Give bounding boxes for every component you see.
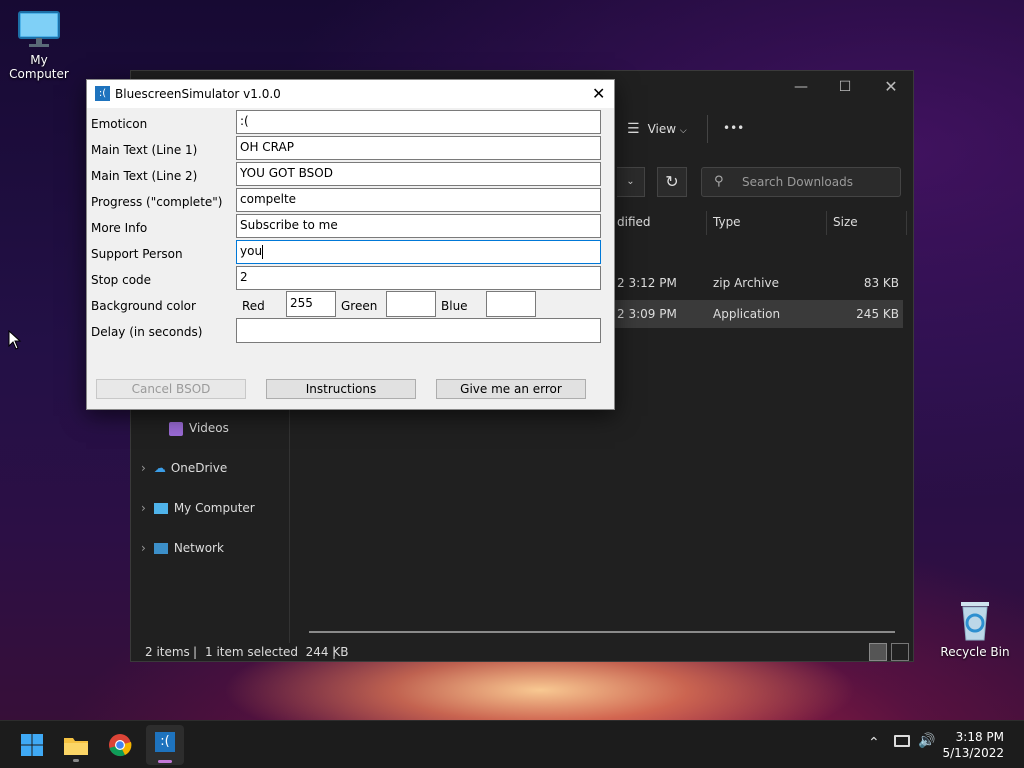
cancel-bsod-button[interactable]: Cancel BSOD [96,379,246,399]
dialog-title-bar: :( BluescreenSimulator v1.0.0 ✕ [87,80,614,108]
label-main-text-1: Main Text (Line 1) [91,143,198,157]
maximize-button[interactable]: ☐ [833,77,857,97]
label-emoticon: Emoticon [91,117,148,131]
recycle-bin-icon [961,602,989,641]
address-bar[interactable]: ⌄ [617,167,645,197]
taskbar-file-explorer[interactable] [60,729,92,762]
label-red: Red [242,299,265,313]
label-green: Green [341,299,378,313]
nav-item-my-computer[interactable]: › My Computer [141,501,255,515]
close-button[interactable]: ✕ [879,77,903,97]
desktop-icon-label: Recycle Bin [940,645,1010,659]
toolbar-divider [707,115,708,143]
label-progress: Progress ("complete") [91,195,223,209]
monitor-icon [153,503,168,514]
tiles-view-button[interactable] [891,643,909,661]
close-button[interactable]: ✕ [592,84,605,103]
dialog-title: BluescreenSimulator v1.0.0 [115,87,281,101]
status-bar: 2 items | 1 item selected 244 KB | [131,643,913,663]
bluescreen-simulator-dialog: :( BluescreenSimulator v1.0.0 ✕ Emoticon… [86,79,615,410]
column-divider [706,211,707,235]
view-button[interactable]: ☰ View ⌵ [627,121,687,137]
running-indicator [73,759,79,762]
chevron-right-icon: › [141,461,146,475]
desktop-icon-recycle-bin[interactable]: Recycle Bin [940,598,1010,659]
instructions-button[interactable]: Instructions [266,379,416,399]
status-divider: | [193,645,198,659]
refresh-button[interactable]: ↻ [657,167,687,197]
taskbar: :( ⌃ 🔊 3:18 PM 5/13/2022 [0,720,1024,768]
monitor-icon [18,11,60,47]
label-main-text-2: Main Text (Line 2) [91,169,198,183]
file-row-selected[interactable]: 2 3:09 PM Application 245 KB [611,300,903,328]
show-hidden-icons-button[interactable]: ⌃ [868,735,880,751]
column-header-size[interactable]: Size [833,215,858,229]
red-input[interactable]: 255 [286,291,336,317]
label-blue: Blue [441,299,468,313]
label-more-info: More Info [91,221,148,235]
text-caret [262,244,264,259]
minimize-button[interactable]: — [789,77,813,97]
nav-item-network[interactable]: › Network [141,541,224,555]
main-text-2-input[interactable]: YOU GOT BSOD [236,162,601,186]
chevron-right-icon: › [141,501,146,515]
main-text-1-input[interactable]: OH CRAP [236,136,601,160]
start-button[interactable] [16,729,48,761]
progress-input[interactable]: compelte [236,188,601,212]
status-divider: | [332,645,337,659]
chevron-down-icon: ⌄ [626,176,635,187]
desktop-icon-label: My Computer [9,53,69,81]
videos-icon [169,421,183,436]
file-row[interactable]: 2 3:12 PM zip Archive 83 KB [611,269,903,297]
taskbar-bluescreen-simulator[interactable]: :( [146,725,184,765]
cloud-icon: ☁ [153,461,166,475]
column-header-type[interactable]: Type [713,215,741,229]
column-divider [906,211,907,235]
green-input[interactable] [386,291,436,317]
volume-icon[interactable]: 🔊 [918,733,935,749]
label-background-color: Background color [91,299,196,313]
column-divider [826,211,827,235]
column-header-modified[interactable]: dified [617,215,651,229]
search-input[interactable]: ⚲ Search Downloads [701,167,901,197]
give-me-an-error-button[interactable]: Give me an error [436,379,586,399]
windows-logo-icon [21,734,43,756]
network-icon [153,543,168,554]
desktop-icon-my-computer[interactable]: My Computer [0,10,78,81]
view-lines-icon: ☰ [627,121,640,137]
taskbar-chrome[interactable] [104,729,136,761]
network-icon[interactable] [894,735,910,747]
bsod-app-icon: :( [155,732,175,752]
navigation-pane-divider [289,401,290,643]
blue-input[interactable] [486,291,536,317]
mouse-cursor-icon [8,330,22,350]
emoticon-input[interactable]: :( [236,110,601,134]
label-stop-code: Stop code [91,273,152,287]
details-view-button[interactable] [869,643,887,661]
nav-item-videos[interactable]: Videos [169,421,229,436]
nav-item-onedrive[interactable]: › ☁ OneDrive [141,461,227,475]
chevron-right-icon: › [141,541,146,555]
clock-date: 5/13/2022 [942,746,1004,760]
delay-input[interactable] [236,318,601,343]
chrome-icon [109,734,132,757]
status-item-count: 2 items [145,645,190,659]
more-options-button[interactable]: ••• [723,121,744,135]
search-icon: ⚲ [714,174,724,189]
more-info-input[interactable]: Subscribe to me [236,214,601,238]
stop-code-input[interactable]: 2 [236,266,601,290]
active-indicator [158,760,172,763]
system-clock[interactable]: 3:18 PM 5/13/2022 [942,729,1004,761]
refresh-icon: ↻ [665,172,679,191]
horizontal-scrollbar[interactable] [309,631,895,633]
app-icon: :( [95,86,110,101]
status-selection: 1 item selected 244 KB [205,645,349,659]
clock-time: 3:18 PM [955,730,1004,744]
label-delay: Delay (in seconds) [91,325,203,339]
label-support-person: Support Person [91,247,183,261]
chevron-down-icon: ⌵ [679,126,687,136]
support-person-input[interactable]: you [236,240,601,264]
folder-icon [64,738,88,755]
